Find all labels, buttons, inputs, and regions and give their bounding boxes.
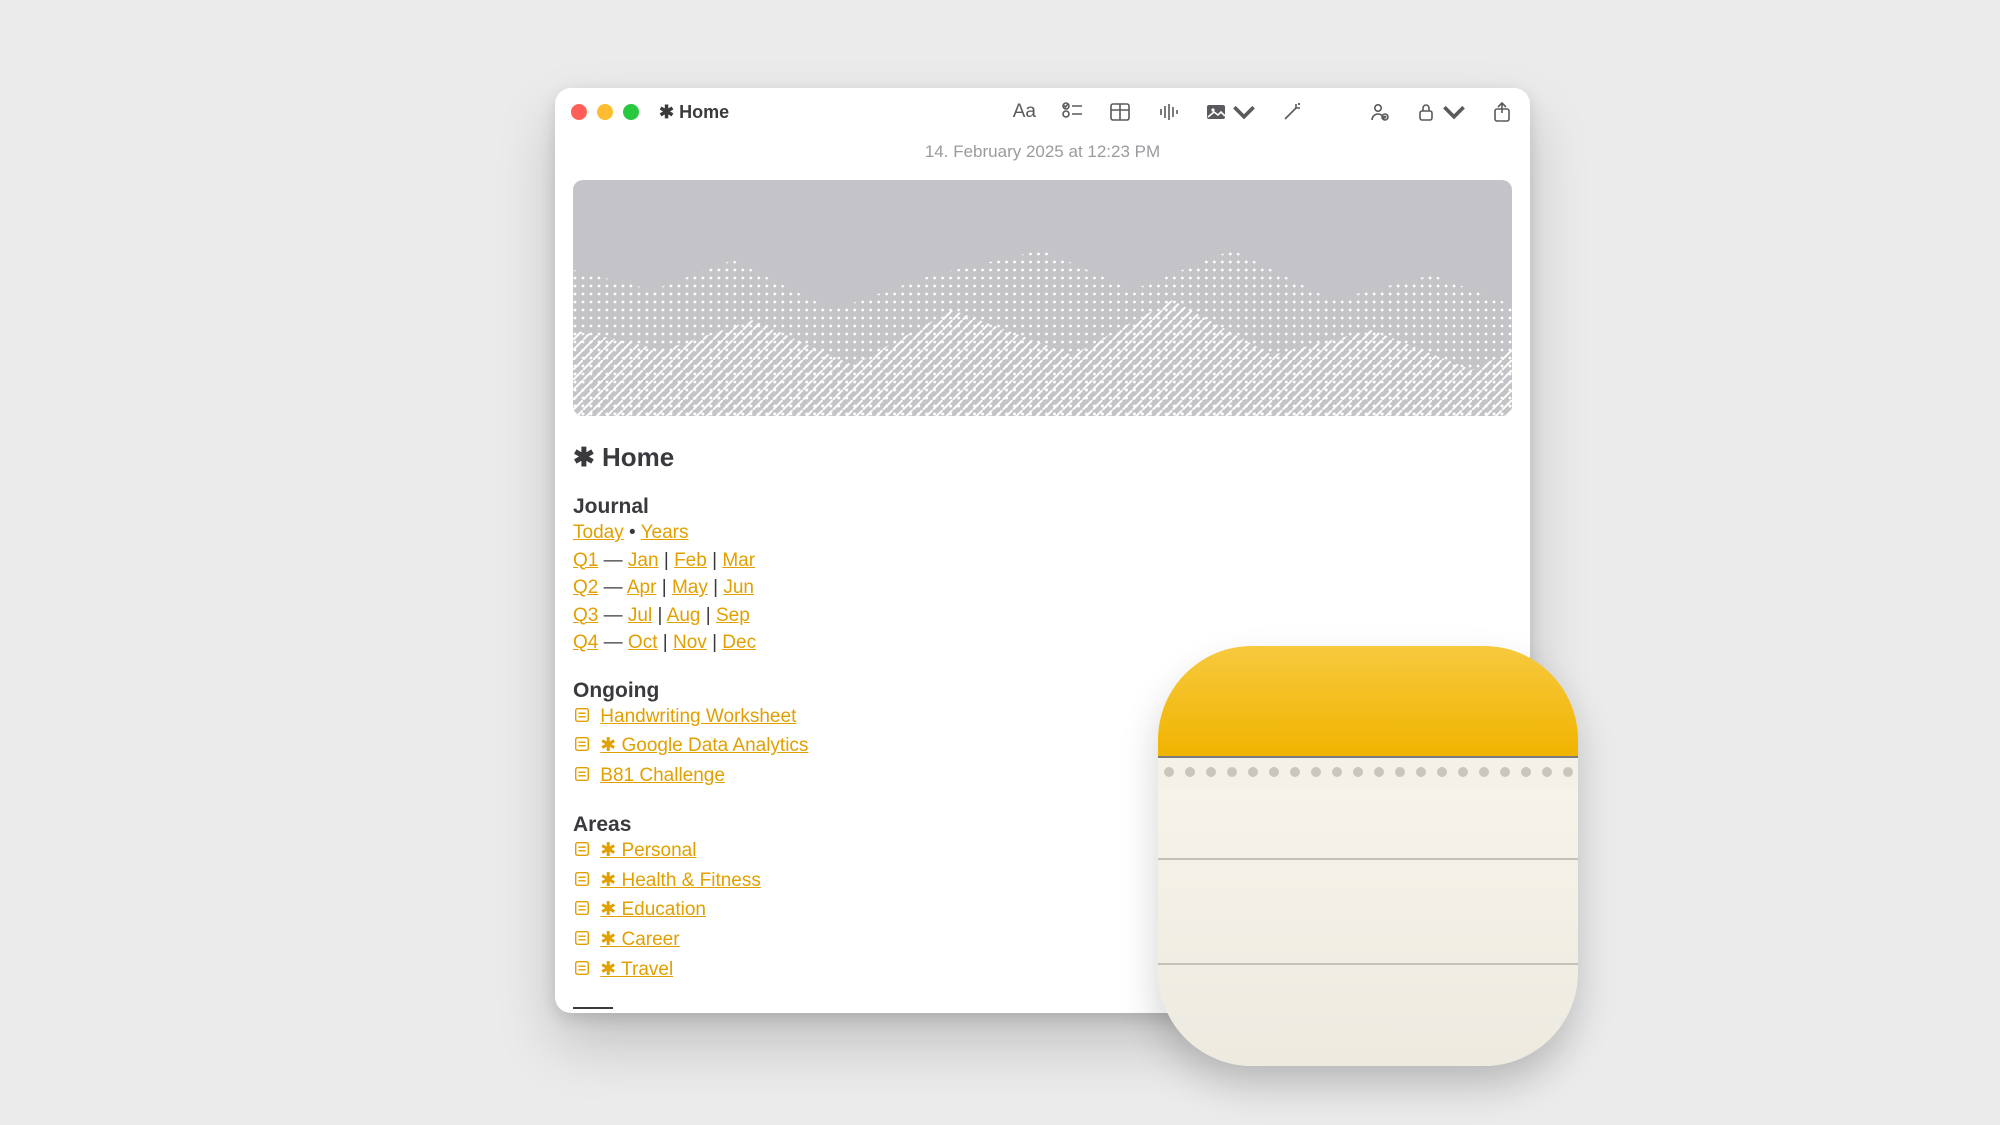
appicon-header bbox=[1158, 646, 1578, 756]
chevron-down-icon bbox=[1442, 100, 1466, 124]
journal-q2-line: Q2 — Apr | May | Jun bbox=[573, 574, 1512, 602]
note-link-icon bbox=[573, 869, 591, 897]
note-link-icon bbox=[573, 839, 591, 867]
link-q3[interactable]: Q3 bbox=[573, 605, 598, 626]
link-dec[interactable]: Dec bbox=[722, 632, 756, 653]
note-link-icon bbox=[573, 928, 591, 956]
window-controls bbox=[571, 104, 639, 120]
close-window-button[interactable] bbox=[571, 104, 587, 120]
note-link-icon bbox=[573, 958, 591, 986]
journal-q1-line: Q1 — Jan | Feb | Mar bbox=[573, 547, 1512, 575]
link-ongoing-0[interactable]: Handwriting Worksheet bbox=[600, 706, 796, 727]
window-title: ✱ Home bbox=[659, 102, 729, 123]
note-title: ✱ Home bbox=[573, 442, 1512, 473]
table-button[interactable] bbox=[1108, 100, 1132, 124]
hero-pattern bbox=[573, 180, 1512, 416]
image-icon bbox=[1204, 100, 1228, 124]
link-years[interactable]: Years bbox=[641, 522, 689, 543]
journal-today-line: Today • Years bbox=[573, 519, 1512, 547]
link-area-4[interactable]: ✱ Travel bbox=[600, 959, 673, 980]
link-jan[interactable]: Jan bbox=[628, 550, 659, 571]
link-ongoing-2[interactable]: B81 Challenge bbox=[600, 765, 725, 786]
note-link-icon bbox=[573, 734, 591, 762]
link-q4[interactable]: Q4 bbox=[573, 632, 598, 653]
link-q2[interactable]: Q2 bbox=[573, 577, 598, 598]
link-oct[interactable]: Oct bbox=[628, 632, 658, 653]
link-aug[interactable]: Aug bbox=[667, 605, 701, 626]
collaborate-button[interactable] bbox=[1366, 100, 1390, 124]
link-apr[interactable]: Apr bbox=[627, 577, 657, 598]
link-nov[interactable]: Nov bbox=[673, 632, 707, 653]
media-button[interactable] bbox=[1204, 100, 1256, 124]
lock-button[interactable] bbox=[1414, 100, 1466, 124]
link-area-0[interactable]: ✱ Personal bbox=[600, 840, 696, 861]
hero-image bbox=[573, 180, 1512, 416]
share-button[interactable] bbox=[1490, 100, 1514, 124]
checklist-button[interactable] bbox=[1060, 100, 1084, 124]
fullscreen-window-button[interactable] bbox=[623, 104, 639, 120]
journal-heading: Journal bbox=[573, 495, 1512, 519]
waveform-icon bbox=[1156, 100, 1180, 124]
table-icon bbox=[1108, 100, 1132, 124]
minimize-window-button[interactable] bbox=[597, 104, 613, 120]
checklist-icon bbox=[1060, 100, 1084, 124]
link-sep[interactable]: Sep bbox=[716, 605, 750, 626]
link-may[interactable]: May bbox=[672, 577, 708, 598]
chevron-down-icon bbox=[1232, 100, 1256, 124]
toolbar: Aa bbox=[1013, 100, 1514, 124]
link-q1[interactable]: Q1 bbox=[573, 550, 598, 571]
link-today[interactable]: Today bbox=[573, 522, 624, 543]
note-link-icon bbox=[573, 764, 591, 792]
wand-icon bbox=[1280, 100, 1304, 124]
note-link-icon bbox=[573, 898, 591, 926]
link-mar[interactable]: Mar bbox=[722, 550, 755, 571]
share-icon bbox=[1490, 100, 1514, 124]
link-area-3[interactable]: ✱ Career bbox=[600, 929, 679, 950]
appicon-perforation bbox=[1158, 756, 1578, 788]
link-area-1[interactable]: ✱ Health & Fitness bbox=[600, 870, 761, 891]
link-feb[interactable]: Feb bbox=[674, 550, 707, 571]
cleanup-button[interactable] bbox=[1280, 100, 1304, 124]
divider bbox=[573, 1007, 613, 1009]
link-jun[interactable]: Jun bbox=[723, 577, 754, 598]
collaborate-icon bbox=[1366, 100, 1390, 124]
titlebar: ✱ Home Aa bbox=[555, 88, 1530, 136]
link-jul[interactable]: Jul bbox=[628, 605, 652, 626]
notes-app-icon bbox=[1158, 646, 1578, 1066]
link-ongoing-1[interactable]: ✱ Google Data Analytics bbox=[600, 735, 808, 756]
link-area-2[interactable]: ✱ Education bbox=[600, 899, 706, 920]
note-link-icon bbox=[573, 705, 591, 733]
audio-button[interactable] bbox=[1156, 100, 1180, 124]
note-timestamp: 14. February 2025 at 12:23 PM bbox=[555, 142, 1530, 162]
format-button[interactable]: Aa bbox=[1013, 101, 1036, 123]
journal-q3-line: Q3 — Jul | Aug | Sep bbox=[573, 602, 1512, 630]
appicon-paper bbox=[1158, 788, 1578, 1066]
lock-icon bbox=[1414, 100, 1438, 124]
